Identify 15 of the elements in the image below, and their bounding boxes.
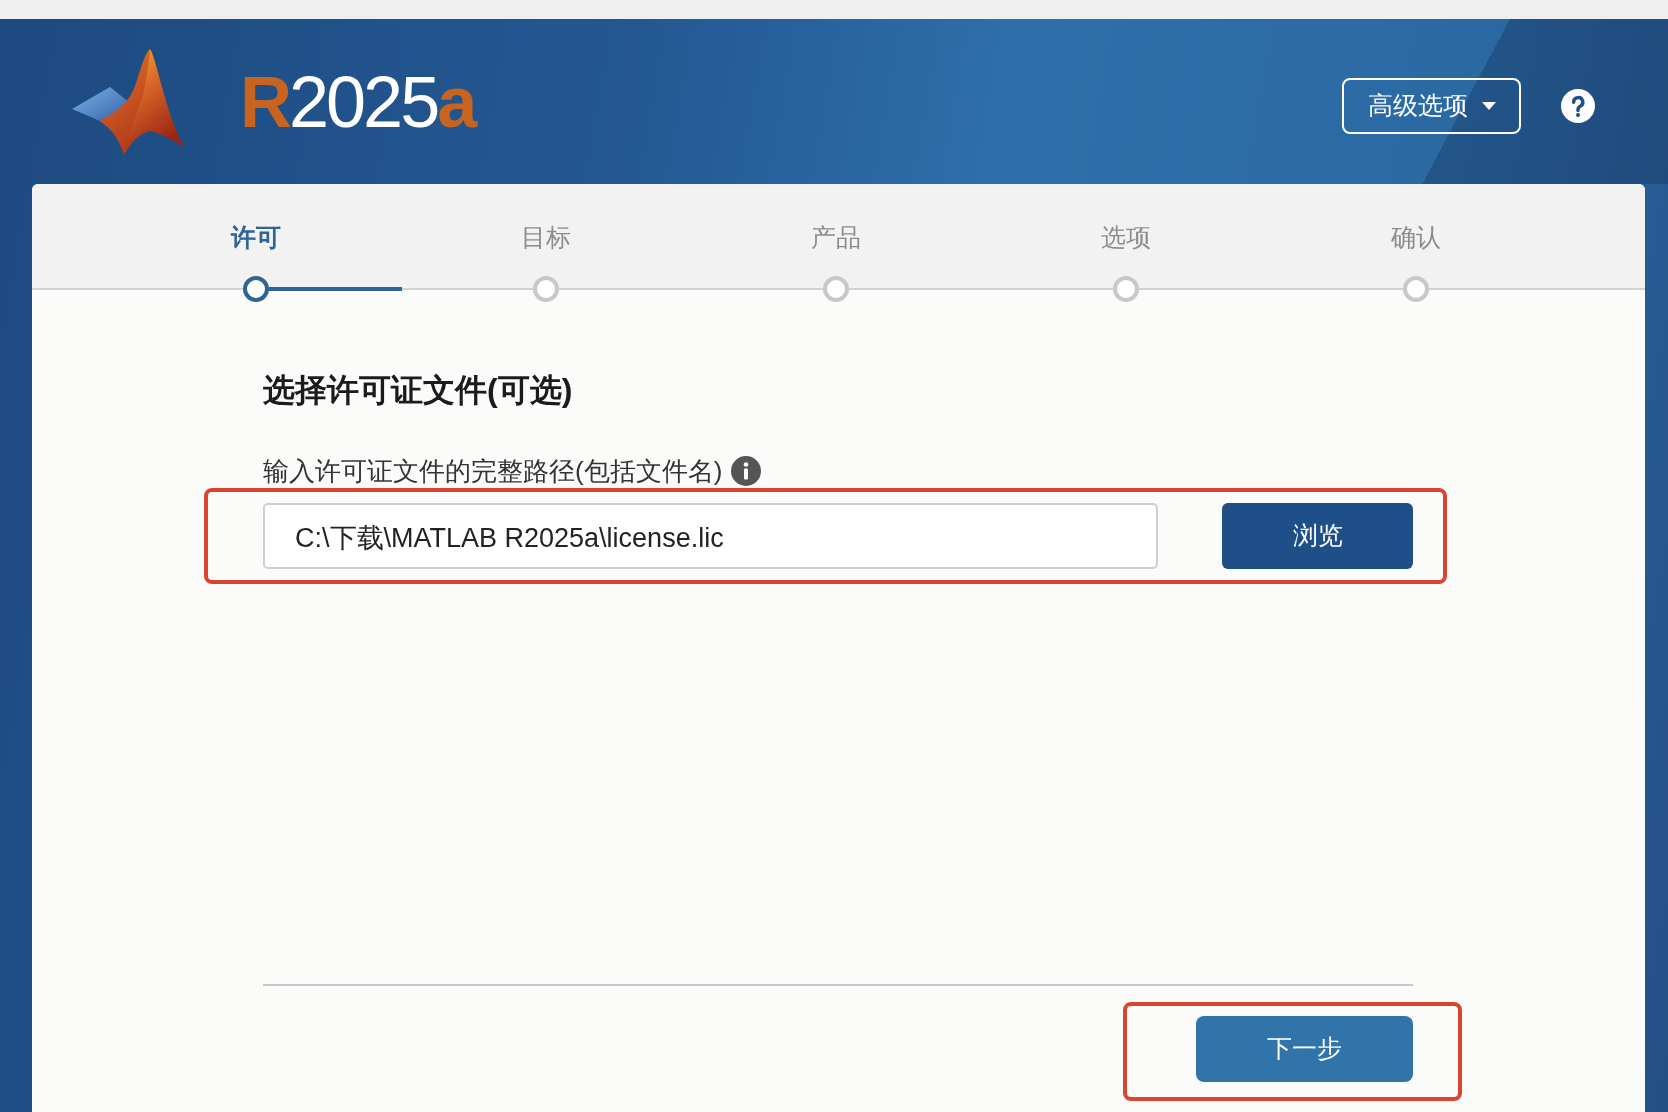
step-tab[interactable]: 目标 — [521, 222, 571, 252]
section-heading: 选择许可证文件(可选) — [263, 371, 573, 409]
release-title: R2025a — [240, 65, 475, 138]
license-path-field[interactable]: C:\下载\MATLAB R2025a\license.lic — [263, 503, 1158, 569]
step-tab[interactable]: 确认 — [1391, 222, 1441, 252]
caret-icon — [1481, 102, 1496, 110]
help-icon[interactable] — [1561, 89, 1595, 123]
step-tab[interactable]: 选项 — [1101, 222, 1151, 252]
browse-button[interactable]: 浏览 — [1222, 503, 1413, 569]
step-tab[interactable]: 许可 — [231, 222, 281, 252]
step-tab[interactable]: 产品 — [811, 222, 861, 252]
info-icon[interactable] — [731, 456, 762, 486]
next-button[interactable]: 下一步 — [1196, 1016, 1413, 1082]
field-label: 输入许可证文件的完整路径(包括文件名) — [263, 456, 723, 486]
advanced-options-button[interactable]: 高级选项 — [1342, 78, 1521, 134]
